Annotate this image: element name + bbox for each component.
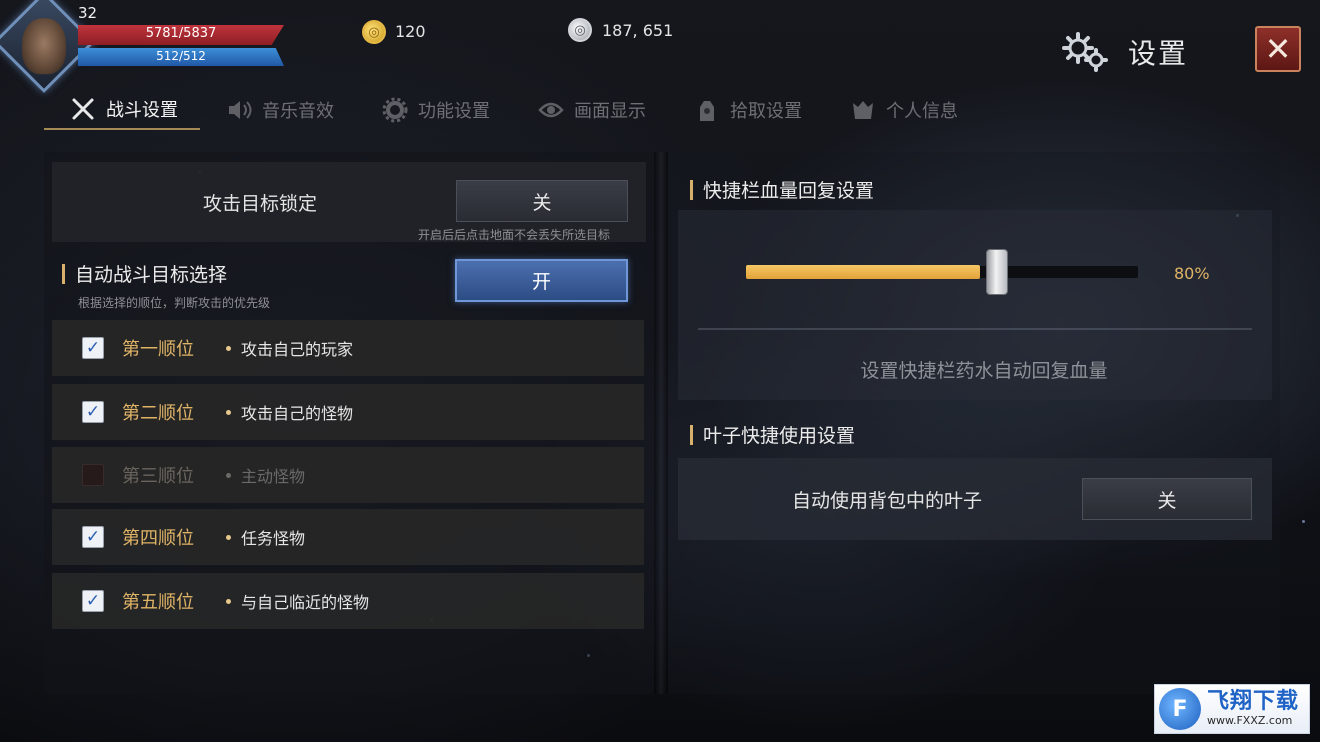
silver-amount: 187, 651 [602, 21, 674, 40]
settings-gear-icon [1062, 32, 1108, 72]
bullet-dot [226, 598, 231, 604]
priority-target: 攻击自己的玩家 [241, 340, 354, 359]
priority-rank: 第一顺位 [122, 339, 194, 360]
watermark-url: www.FXXZ.com [1207, 714, 1293, 727]
leaf-auto-use-label: 自动使用背包中的叶子 [791, 490, 982, 512]
auto-target-toggle-label: 开 [531, 271, 551, 293]
tab-label: 拾取设置 [730, 101, 802, 122]
helmet-icon [850, 97, 876, 123]
tab-label: 个人信息 [886, 101, 958, 122]
auto-target-section-title: 自动战斗目标选择 [62, 260, 227, 287]
silver-coin-icon: ◎ [568, 18, 592, 42]
leaf-section-title: 叶子快捷使用设置 [690, 421, 855, 448]
priority-rank: 第三顺位 [122, 466, 194, 487]
leaf-toggle-label: 关 [1157, 489, 1177, 512]
section-marker [62, 263, 65, 284]
gold-coin-icon: ◎ [362, 20, 386, 44]
bullet-dot [226, 534, 231, 540]
tab-label: 音乐音效 [262, 101, 334, 122]
priority-row-5: ✓ 第五顺位 与自己临近的怪物 [52, 573, 644, 629]
leaf-toggle-button[interactable]: 关 [1082, 478, 1252, 520]
tab-personal-info[interactable]: 个人信息 [824, 90, 980, 130]
tab-display[interactable]: 画面显示 [512, 90, 668, 130]
settings-tabs: 战斗设置 音乐音效 功能设置 画面显示 拾取设置 个人信息 [44, 90, 1124, 132]
auto-target-subtitle: 根据选择的顺位，判断攻击的优先级 [78, 296, 271, 310]
watermark-logo-icon: F [1159, 688, 1201, 730]
target-lock-toggle-button[interactable]: 关 [456, 180, 628, 222]
quickbar-section-title: 快捷栏血量回复设置 [690, 176, 874, 203]
priority-checkbox-1[interactable]: ✓ [82, 337, 104, 359]
watermark-title: 飞翔下载 [1207, 689, 1300, 714]
priority-target: 主动怪物 [241, 467, 306, 486]
hp-recovery-description: 设置快捷栏药水自动回复血量 [860, 360, 1108, 382]
leaf-title: 叶子快捷使用设置 [703, 425, 856, 447]
bullet-dot [226, 472, 231, 478]
target-lock-toggle-label: 关 [532, 191, 552, 214]
priority-target: 与自己临近的怪物 [241, 593, 370, 612]
hp-recovery-value: 80% [1174, 264, 1210, 283]
priority-target: 攻击自己的怪物 [241, 404, 354, 423]
tab-pickup-settings[interactable]: 拾取设置 [668, 90, 824, 130]
priority-checkbox-4[interactable]: ✓ [82, 526, 104, 548]
priority-row-1: ✓ 第一顺位 攻击自己的玩家 [52, 320, 644, 376]
slider-divider [698, 328, 1252, 330]
priority-row-4: ✓ 第四顺位 任务怪物 [52, 509, 644, 565]
tab-label: 功能设置 [418, 101, 490, 122]
crossed-swords-icon [70, 96, 96, 122]
priority-row-3: 第三顺位 主动怪物 [52, 447, 644, 503]
site-watermark: F 飞翔下载 www.FXXZ.com [1154, 684, 1310, 734]
hp-recovery-slider-handle[interactable] [986, 249, 1008, 295]
priority-checkbox-2[interactable]: ✓ [82, 401, 104, 423]
player-level: 32 [78, 4, 98, 22]
gear-icon [382, 97, 408, 123]
hp-recovery-slider-fill [746, 265, 980, 279]
priority-target: 任务怪物 [241, 529, 306, 548]
background-star [1302, 520, 1305, 523]
quickbar-title: 快捷栏血量回复设置 [703, 180, 875, 202]
hp-value: 5781/5837 [145, 26, 217, 41]
tab-combat-settings[interactable]: 战斗设置 [44, 90, 200, 130]
section-marker [690, 424, 693, 445]
target-lock-hint: 开启后后点击地面不会丢失所选目标 [418, 228, 611, 242]
tab-function-settings[interactable]: 功能设置 [356, 90, 512, 130]
tab-music-sound[interactable]: 音乐音效 [200, 90, 356, 130]
priority-checkbox-5[interactable]: ✓ [82, 590, 104, 612]
page-title: 设置 [1128, 37, 1189, 70]
eye-icon [538, 97, 564, 123]
tab-label: 战斗设置 [106, 100, 178, 121]
priority-rank: 第五顺位 [122, 592, 194, 613]
priority-rank: 第二顺位 [122, 403, 194, 424]
avatar-portrait [22, 18, 66, 75]
bullet-dot [226, 345, 231, 351]
mp-value: 512/512 [156, 49, 206, 63]
tab-label: 画面显示 [574, 101, 646, 122]
section-marker [690, 179, 693, 200]
pickup-icon [694, 97, 720, 123]
priority-row-2: ✓ 第二顺位 攻击自己的怪物 [52, 384, 644, 440]
auto-target-title: 自动战斗目标选择 [75, 264, 228, 286]
watermark-text: 飞翔下载 www.FXXZ.com [1207, 690, 1299, 728]
close-icon: ✕ [1264, 30, 1292, 68]
priority-rank: 第四顺位 [122, 528, 194, 549]
panel-divider [654, 152, 668, 694]
speaker-icon [226, 97, 252, 123]
gold-amount: 120 [395, 22, 426, 41]
target-lock-label: 攻击目标锁定 [202, 193, 317, 215]
auto-target-toggle-button[interactable]: 开 [455, 259, 628, 302]
priority-checkbox-3[interactable] [82, 464, 104, 486]
bullet-dot [226, 409, 231, 415]
close-button[interactable]: ✕ [1255, 26, 1301, 72]
